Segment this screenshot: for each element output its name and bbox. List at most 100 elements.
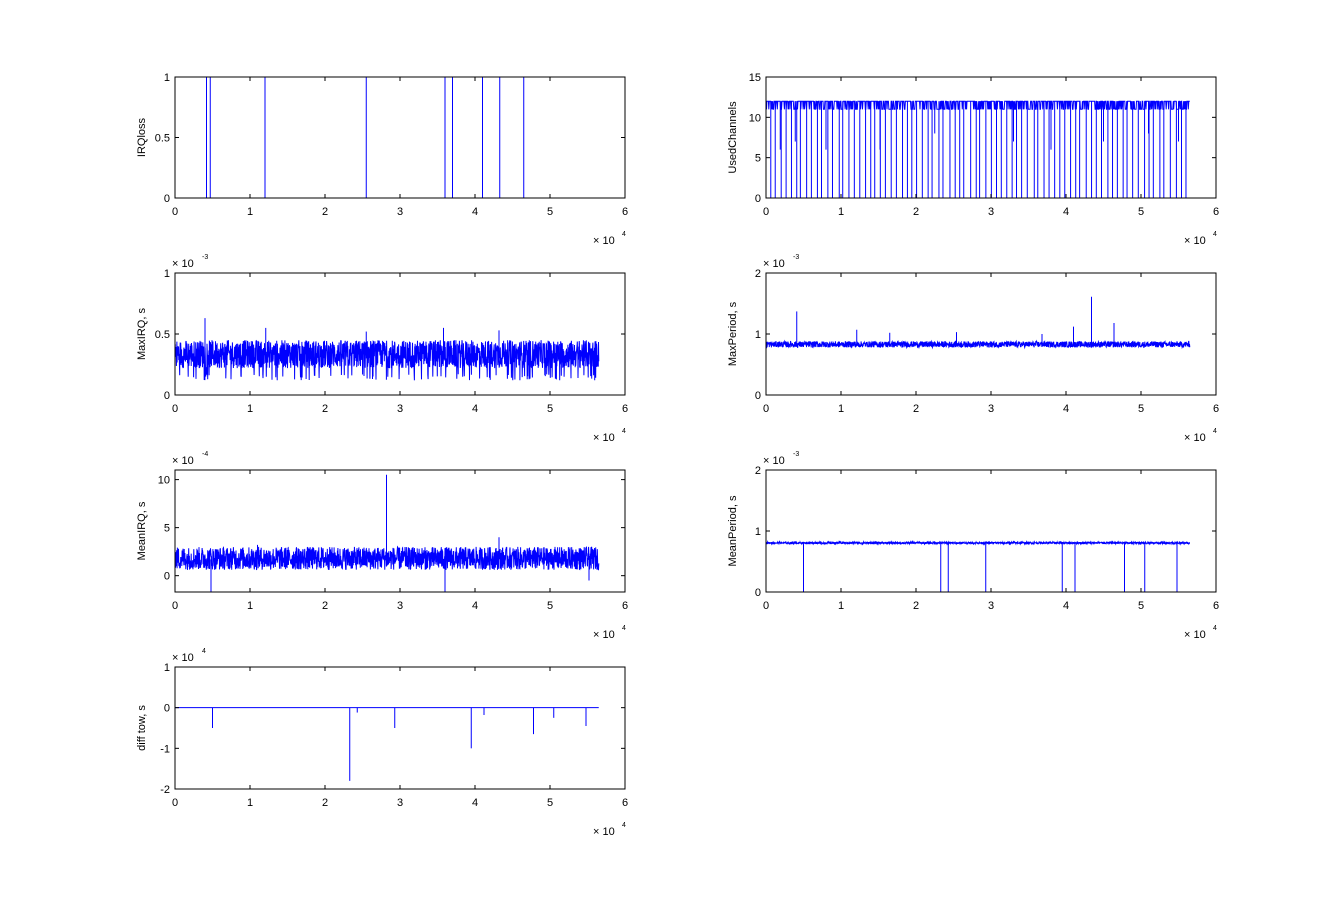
y-exponent: -3 — [793, 254, 799, 261]
y-axis-label: MeanPeriod, s — [727, 495, 739, 566]
subplot-4: 0 1 2 3 4 5 6× 104012× 10-3MaxPeriod, s — [727, 254, 1219, 444]
axes-box — [765, 469, 1217, 593]
subplot-2: 0 1 2 3 4 5 6 × 10 4 0 5 10 15 UsedChannels — [727, 72, 1219, 247]
y-tick-label: 0.5 — [155, 133, 170, 145]
x-tick-label: 4 — [472, 206, 478, 218]
y-tick-label: 10 — [158, 475, 170, 487]
x-tick-label: 1 — [247, 206, 253, 218]
x-tick-label: 2 — [322, 797, 328, 809]
x-tick-label: 4 — [472, 797, 478, 809]
x-exponent-label: × 10 — [1184, 432, 1206, 444]
x-tick-label: 1 — [838, 206, 844, 218]
x-tick-label: 4 — [472, 403, 478, 415]
series-line — [765, 339, 1191, 350]
y-tick-label: 1 — [164, 268, 170, 280]
y-axis-label: MaxPeriod, s — [727, 301, 739, 366]
x-tick-label: 0 — [763, 600, 769, 612]
x-tick-label: 0 — [172, 206, 178, 218]
x-tick-label: 2 — [322, 403, 328, 415]
x-tick-label: 2 — [322, 600, 328, 612]
x-exponent: 4 — [622, 822, 626, 829]
x-tick-label: 1 — [838, 403, 844, 415]
y-tick-label: 0 — [164, 193, 170, 205]
x-tick-label: 2 — [913, 206, 919, 218]
x-tick-label: 1 — [247, 403, 253, 415]
x-tick-label: 6 — [622, 797, 628, 809]
x-tick-label: 5 — [1138, 403, 1144, 415]
x-tick-label: 0 — [172, 797, 178, 809]
x-tick-label: 3 — [397, 797, 403, 809]
x-exponent: 4 — [1213, 231, 1217, 238]
x-exponent-label: × 10 — [593, 432, 615, 444]
series-line — [174, 339, 600, 381]
x-tick-label: 6 — [622, 600, 628, 612]
axes-box — [174, 666, 626, 790]
x-tick-label: 1 — [838, 600, 844, 612]
y-exponent-label: × 10 — [763, 455, 785, 467]
y-tick-label: 1 — [755, 329, 761, 341]
subplot-1: 0 1 2 3 4 5 6 × 10 4 0 0.5 1 IRQloss — [136, 72, 628, 247]
x-tick-label: 5 — [547, 797, 553, 809]
x-tick-label: 0 — [172, 600, 178, 612]
y-tick-label: 0 — [164, 703, 170, 715]
y-axis-label: MeanIRQ, s — [136, 501, 148, 560]
x-exponent: 4 — [622, 625, 626, 632]
x-tick-label: 4 — [1063, 403, 1069, 415]
x-tick-label: 6 — [622, 206, 628, 218]
x-tick-label: 6 — [622, 403, 628, 415]
x-tick-label: 0 — [763, 403, 769, 415]
x-exponent-label: × 10 — [1184, 629, 1206, 641]
x-tick-label: 3 — [988, 403, 994, 415]
x-tick-label: 3 — [988, 206, 994, 218]
y-exponent-label: × 10 — [763, 258, 785, 270]
figure: 0 1 2 3 4 5 6× 10400.51IRQloss0 1 2 3 4 5 6× 1040510… — [136, 72, 1219, 838]
axes-box — [174, 469, 626, 593]
series-line — [765, 540, 1190, 546]
x-tick-label: 6 — [1213, 600, 1219, 612]
x-tick-label: 2 — [913, 600, 919, 612]
axes-box — [174, 272, 626, 396]
x-tick-label: 5 — [547, 403, 553, 415]
x-tick-label: 2 — [913, 403, 919, 415]
y-axis-label: MaxIRQ, s — [136, 308, 148, 360]
x-tick-label: 5 — [1138, 600, 1144, 612]
y-exponent: 4 — [202, 648, 206, 655]
subplot-3: 0 1 2 3 4 5 6× 10400.51× 10-3MaxIRQ, s — [136, 254, 628, 444]
x-tick-label: 3 — [988, 600, 994, 612]
x-exponent-label: × 10 — [593, 629, 615, 641]
y-tick-label: 0 — [755, 390, 761, 402]
y-tick-label: 15 — [749, 72, 761, 84]
x-tick-label: 5 — [1138, 206, 1144, 218]
y-tick-label: 2 — [755, 465, 761, 477]
y-axis-label: IRQloss — [136, 117, 148, 157]
x-exponent: 4 — [622, 231, 626, 238]
y-tick-label: 1 — [164, 72, 170, 84]
x-tick-label: 0 — [763, 206, 769, 218]
y-tick-label: 5 — [755, 153, 761, 165]
x-tick-label: 6 — [1213, 403, 1219, 415]
x-tick-label: 3 — [397, 600, 403, 612]
y-tick-label: -1 — [160, 743, 170, 755]
x-tick-label: 2 — [322, 206, 328, 218]
x-exponent: 4 — [1213, 428, 1217, 435]
x-tick-label: 3 — [397, 403, 403, 415]
y-tick-label: 1 — [755, 526, 761, 538]
x-tick-label: 1 — [247, 797, 253, 809]
subplot-6: 0 1 2 3 4 5 6× 104012× 10-3MeanPeriod, s — [727, 451, 1219, 641]
y-exponent: -3 — [793, 451, 799, 458]
x-tick-label: 4 — [1063, 600, 1069, 612]
y-tick-label: 0.5 — [155, 329, 170, 341]
x-exponent: 4 — [622, 428, 626, 435]
x-tick-label: 1 — [247, 600, 253, 612]
x-tick-label: 0 — [172, 403, 178, 415]
y-exponent-label: × 10 — [172, 258, 194, 270]
x-tick-label: 4 — [1063, 206, 1069, 218]
y-axis-label: UsedChannels — [727, 101, 739, 174]
y-tick-label: -2 — [160, 784, 170, 796]
series-line — [765, 100, 1190, 110]
y-tick-label: 0 — [164, 571, 170, 583]
x-exponent: 4 — [1213, 625, 1217, 632]
x-exponent-label: × 10 — [593, 826, 615, 838]
y-exponent-label: × 10 — [172, 652, 194, 664]
x-tick-label: 5 — [547, 600, 553, 612]
